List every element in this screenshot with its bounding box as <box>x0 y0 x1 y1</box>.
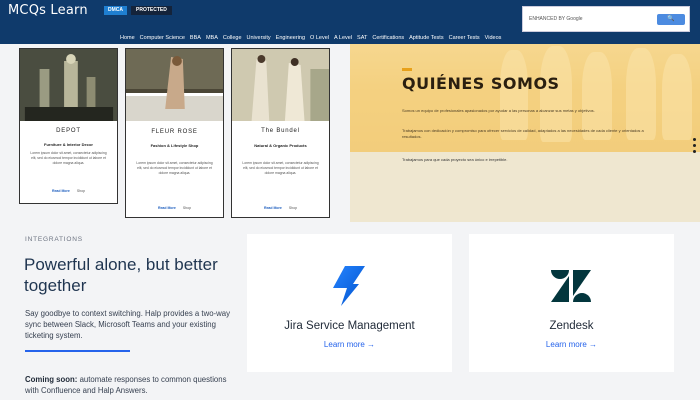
demo-card-depot[interactable]: DEPOT Furniture & Interior Decor Lorem i… <box>19 48 118 204</box>
card-shop-link[interactable]: Shop <box>183 206 191 210</box>
protected-badge[interactable]: PROTECTED <box>131 6 172 15</box>
slider-dot[interactable] <box>693 150 696 153</box>
nav-item-o-level[interactable]: O Level <box>310 33 329 43</box>
demo-cards-section: DEPOT Furniture & Interior Decor Lorem i… <box>0 44 350 245</box>
hero-paragraph: Somos un equipo de profesionales apasion… <box>402 108 595 113</box>
nav-item-computer-science[interactable]: Computer Science <box>140 33 185 43</box>
search-button[interactable]: 🔍 <box>657 14 685 25</box>
card-links: Read More Shop <box>126 206 223 210</box>
card-image <box>20 49 117 121</box>
coming-soon-note: Coming soon: automate responses to commo… <box>25 374 240 396</box>
hero-title: QUIÉNES SOMOS <box>402 74 560 93</box>
coming-soon-label: Coming soon: <box>25 375 78 384</box>
page: MCQs Learn DMCA PROTECTED ENHANCED BY Go… <box>0 0 700 400</box>
nav-item-videos[interactable]: Videos <box>485 33 502 43</box>
jira-icon <box>333 266 365 306</box>
card-read-more-link[interactable]: Read More <box>52 189 70 193</box>
nav-item-certifications[interactable]: Certifications <box>372 33 404 43</box>
card-read-more-link[interactable]: Read More <box>158 206 176 210</box>
card-subtitle: Natural & Organic Products <box>254 143 307 148</box>
card-text: Lorem ipsum dolor sit amet, consectetur … <box>30 151 107 165</box>
card-text: Lorem ipsum dolor sit amet, consectetur … <box>136 161 213 175</box>
integration-card-jira[interactable]: Jira Service Management Learn more → <box>247 234 452 372</box>
card-subtitle: Furniture & Interior Decor <box>44 142 93 147</box>
integration-card-zendesk[interactable]: Zendesk Learn more → <box>469 234 674 372</box>
integration-name: Zendesk <box>549 320 594 332</box>
hero-slider-dots[interactable] <box>693 138 696 156</box>
demo-card-fleur-rose[interactable]: FLEUR ROSE Fashion & Lifestyle Shop Lore… <box>125 48 224 218</box>
nav-item-college[interactable]: College <box>223 33 242 43</box>
card-title: DEPOT <box>56 128 81 134</box>
card-text: Lorem ipsum dolor sit amet, consectetur … <box>242 161 319 175</box>
card-title: FLEUR ROSE <box>151 129 198 135</box>
hero-title-accent <box>402 68 412 71</box>
nav-item-sat[interactable]: SAT <box>357 33 367 43</box>
site-logo[interactable]: MCQs Learn <box>8 3 88 18</box>
integrations-section: INTEGRATIONS Powerful alone, but better … <box>0 222 700 400</box>
demo-card-the-bundel[interactable]: The Bundel Natural & Organic Products Lo… <box>231 48 330 218</box>
card-shop-link[interactable]: Shop <box>77 189 85 193</box>
card-links: Read More Shop <box>20 189 117 193</box>
hero-paragraph: Trabajamos con dedicación y compromiso p… <box>402 128 644 139</box>
section-description: Say goodbye to context switching. Halp p… <box>25 309 230 340</box>
integration-name: Jira Service Management <box>284 320 415 332</box>
section-eyebrow: INTEGRATIONS <box>25 236 83 243</box>
card-image <box>126 49 223 121</box>
zendesk-icon <box>551 270 591 302</box>
card-read-more-link[interactable]: Read More <box>264 206 282 210</box>
learn-more-link[interactable]: Learn more → <box>469 340 674 349</box>
accent-divider <box>25 350 130 352</box>
slider-dot[interactable] <box>693 144 696 147</box>
search-box: ENHANCED BY Google 🔍 <box>522 6 690 32</box>
nav-item-university[interactable]: University <box>247 33 271 43</box>
nav-item-mba[interactable]: MBA <box>206 33 218 43</box>
nav-item-bba[interactable]: BBA <box>190 33 201 43</box>
learn-more-link[interactable]: Learn more → <box>247 340 452 349</box>
main-nav: Home Computer Science BBA MBA College Un… <box>120 33 501 43</box>
card-image <box>232 49 329 121</box>
hero-paragraph: Trabajamos para que cada proyecto sea ún… <box>402 157 508 162</box>
card-links: Read More Shop <box>232 206 329 210</box>
about-hero: QUIÉNES SOMOS Somos un equipo de profesi… <box>350 44 700 222</box>
card-subtitle: Fashion & Lifestyle Shop <box>150 143 199 148</box>
section-headline: Powerful alone, but better together <box>24 255 218 295</box>
card-title: The Bundel <box>261 128 300 134</box>
nav-item-a-level[interactable]: A Level <box>334 33 352 43</box>
site-header: MCQs Learn DMCA PROTECTED ENHANCED BY Go… <box>0 0 700 44</box>
nav-item-aptitude-tests[interactable]: Aptitude Tests <box>409 33 443 43</box>
dmca-badge[interactable]: DMCA <box>104 6 127 15</box>
nav-item-career-tests[interactable]: Career Tests <box>449 33 480 43</box>
card-shop-link[interactable]: Shop <box>289 206 297 210</box>
search-input[interactable]: ENHANCED BY Google <box>529 13 647 25</box>
slider-dot[interactable] <box>693 138 696 141</box>
nav-item-engineering[interactable]: Engineering <box>276 33 305 43</box>
nav-item-home[interactable]: Home <box>120 33 135 43</box>
